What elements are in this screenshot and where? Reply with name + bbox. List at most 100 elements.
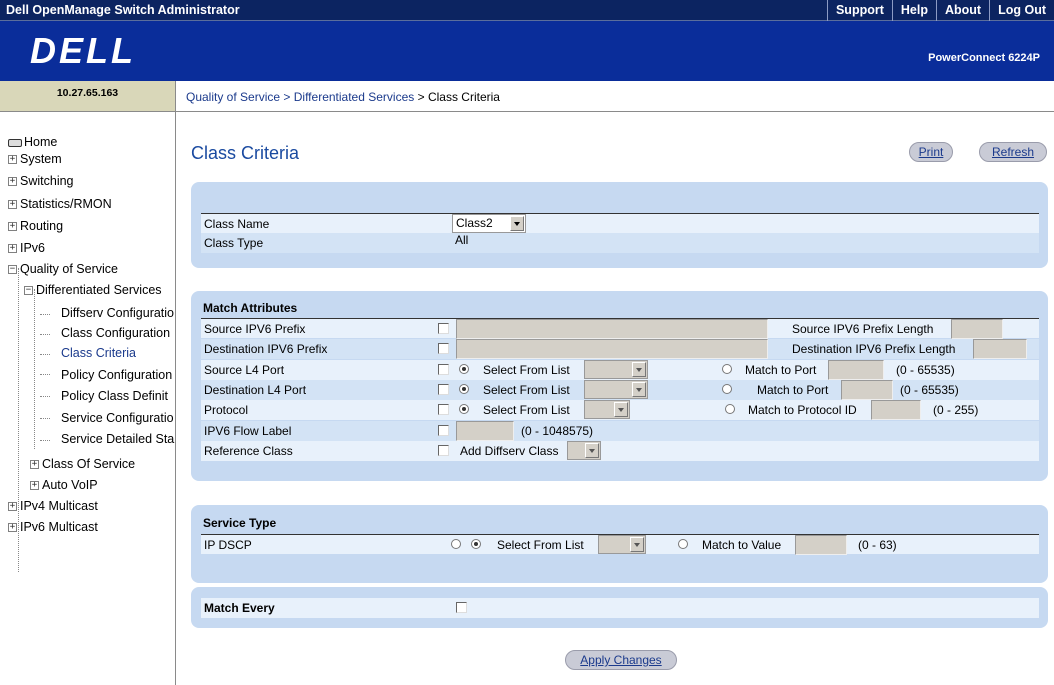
- src-l4-select-radio[interactable]: [459, 364, 469, 374]
- sidebar-item-diffserv[interactable]: − Differentiated Services: [24, 280, 162, 300]
- expand-icon[interactable]: +: [30, 481, 39, 491]
- sidebar-item-label: Policy Class Definit: [61, 389, 168, 403]
- breadcrumb: Quality of Service > Differentiated Serv…: [176, 81, 1054, 112]
- dst-ipv6-prefix-checkbox[interactable]: [438, 343, 449, 354]
- ip-dscp-select[interactable]: [598, 535, 646, 554]
- expand-icon[interactable]: +: [8, 244, 17, 254]
- class-name-select[interactable]: Class2: [452, 214, 526, 233]
- protocol-match-radio[interactable]: [725, 404, 735, 414]
- sidebar-item-class-of-service[interactable]: + Class Of Service: [30, 454, 135, 474]
- ip-dscp-label: IP DSCP: [204, 538, 252, 552]
- match-every-panel: Match Every: [191, 587, 1048, 628]
- tree-connector: [40, 334, 50, 335]
- sidebar-item-policy-class-def[interactable]: Policy Class Definit: [61, 386, 168, 406]
- dst-ipv6-prefix-input[interactable]: [456, 339, 768, 359]
- dst-l4-port-input[interactable]: [841, 380, 893, 400]
- ipv6-flow-label-row: IPV6 Flow Label (0 - 1048575): [201, 421, 1039, 441]
- ipv6-flow-label-input[interactable]: [456, 421, 514, 441]
- src-ipv6-prefix-len-input[interactable]: [951, 319, 1003, 339]
- sidebar-item-label: Routing: [20, 219, 64, 233]
- sidebar-item-ipv4-multicast[interactable]: + IPv4 Multicast: [8, 496, 98, 516]
- sidebar-item-label: Differentiated Services: [36, 283, 162, 297]
- expand-icon[interactable]: +: [8, 523, 17, 533]
- sidebar-item-statistics[interactable]: + Statistics/RMON: [8, 194, 112, 214]
- sidebar-item-system[interactable]: + System: [8, 149, 62, 169]
- print-button[interactable]: Print: [909, 142, 953, 162]
- collapse-icon[interactable]: −: [8, 265, 17, 275]
- protocol-select-label: Select From List: [483, 403, 570, 417]
- src-l4-port-checkbox[interactable]: [438, 364, 449, 375]
- sidebar-item-class-criteria[interactable]: Class Criteria: [61, 343, 136, 363]
- sidebar-item-auto-voip[interactable]: + Auto VoIP: [30, 475, 98, 495]
- protocol-select-radio[interactable]: [459, 404, 469, 414]
- collapse-icon[interactable]: −: [24, 286, 33, 296]
- match-attributes-header: Match Attributes: [203, 301, 298, 315]
- breadcrumb-diffserv[interactable]: Differentiated Services: [294, 90, 415, 104]
- ip-dscp-match-radio[interactable]: [678, 539, 688, 549]
- sidebar-item-service-config[interactable]: Service Configuratio: [61, 408, 174, 428]
- top-links: Support Help About Log Out: [826, 0, 1054, 21]
- dst-l4-port-select[interactable]: [584, 380, 648, 399]
- reference-class-checkbox[interactable]: [438, 445, 449, 456]
- main-content: Class Criteria Print Refresh Class Name …: [176, 112, 1054, 685]
- breadcrumb-qos[interactable]: Quality of Service: [186, 90, 280, 104]
- help-link[interactable]: Help: [891, 0, 936, 21]
- dst-ipv6-prefix-len-input[interactable]: [973, 339, 1027, 359]
- sidebar-item-label: Switching: [20, 174, 74, 188]
- sidebar-item-ipv6[interactable]: + IPv6: [8, 238, 45, 258]
- ip-dscp-none-radio[interactable]: [451, 539, 461, 549]
- match-every-checkbox[interactable]: [456, 602, 467, 613]
- sidebar-item-label: Statistics/RMON: [20, 197, 112, 211]
- expand-icon[interactable]: +: [8, 155, 17, 165]
- expand-icon[interactable]: +: [30, 460, 39, 470]
- ip-dscp-select-label: Select From List: [497, 538, 584, 552]
- sidebar-item-ipv6-multicast[interactable]: + IPv6 Multicast: [8, 517, 98, 537]
- class-name-row: Class Name Class2: [201, 213, 1039, 233]
- about-link[interactable]: About: [935, 0, 989, 21]
- ip-dscp-select-radio[interactable]: [471, 539, 481, 549]
- protocol-select[interactable]: [584, 400, 630, 419]
- logout-link[interactable]: Log Out: [989, 0, 1054, 21]
- sidebar-item-label: Class Configuration: [61, 326, 171, 340]
- banner: DELL PowerConnect 6224P: [0, 21, 1054, 81]
- protocol-id-input[interactable]: [871, 400, 921, 420]
- tree-connector: [40, 374, 50, 375]
- sidebar-item-switching[interactable]: + Switching: [8, 171, 74, 191]
- dst-l4-select-radio[interactable]: [459, 384, 469, 394]
- dst-ipv6-prefix-len-label: Destination IPV6 Prefix Length: [792, 342, 956, 356]
- expand-icon[interactable]: +: [8, 177, 17, 187]
- tree-connector: [40, 354, 50, 355]
- expand-icon[interactable]: +: [8, 222, 17, 232]
- src-l4-port-range: (0 - 65535): [896, 363, 955, 377]
- support-link[interactable]: Support: [826, 0, 892, 21]
- ipv6-flow-label-checkbox[interactable]: [438, 425, 449, 436]
- reference-class-label: Reference Class: [204, 444, 293, 458]
- tree-connector: [40, 396, 50, 397]
- expand-icon[interactable]: +: [8, 502, 17, 512]
- sidebar-item-routing[interactable]: + Routing: [8, 216, 63, 236]
- service-type-panel: Service Type IP DSCP Select From List Ma…: [191, 505, 1048, 583]
- dst-l4-match-radio[interactable]: [722, 384, 732, 394]
- src-l4-port-select[interactable]: [584, 360, 648, 379]
- protocol-match-label: Match to Protocol ID: [748, 403, 857, 417]
- sidebar-item-diffserv-config[interactable]: Diffserv Configuratio: [61, 303, 174, 323]
- src-l4-port-input[interactable]: [828, 360, 884, 380]
- reference-class-select[interactable]: [567, 441, 601, 460]
- refresh-button[interactable]: Refresh: [979, 142, 1047, 162]
- protocol-checkbox[interactable]: [438, 404, 449, 415]
- src-ipv6-prefix-input[interactable]: [456, 319, 768, 339]
- sidebar-item-class-config[interactable]: Class Configuration: [61, 323, 170, 343]
- sidebar-item-qos[interactable]: − Quality of Service: [8, 259, 118, 279]
- src-l4-port-row: Source L4 Port Select From List Match to…: [201, 360, 1039, 380]
- sidebar-item-policy-config[interactable]: Policy Configuration: [61, 365, 172, 385]
- class-type-label: Class Type: [204, 236, 264, 250]
- src-l4-match-radio[interactable]: [722, 364, 732, 374]
- tree-connector: [40, 314, 50, 315]
- expand-icon[interactable]: +: [8, 200, 17, 210]
- ip-dscp-value-input[interactable]: [795, 535, 847, 555]
- dst-l4-port-checkbox[interactable]: [438, 384, 449, 395]
- chevron-down-icon: [585, 443, 599, 458]
- sidebar-item-service-detailed[interactable]: Service Detailed Sta: [61, 429, 174, 449]
- src-ipv6-prefix-checkbox[interactable]: [438, 323, 449, 334]
- apply-changes-button[interactable]: Apply Changes: [565, 650, 677, 670]
